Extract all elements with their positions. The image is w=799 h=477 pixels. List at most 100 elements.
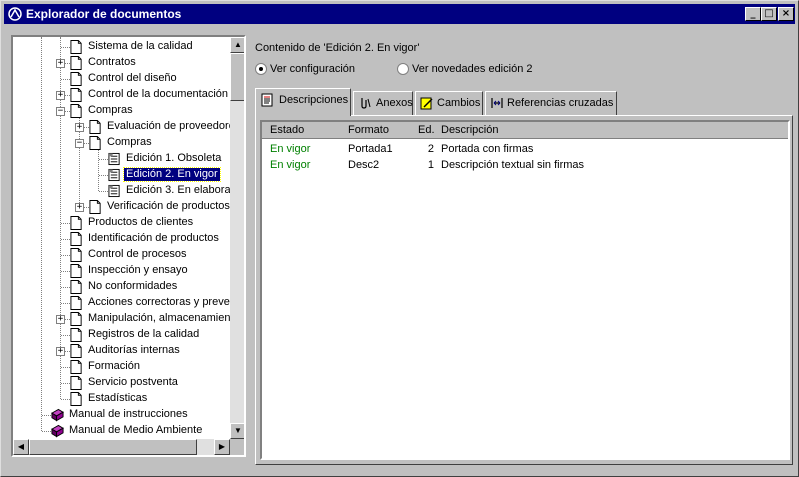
tab-descripciones[interactable]: Descripciones	[255, 88, 351, 116]
expand-icon[interactable]: +	[56, 315, 65, 324]
tree-item[interactable]: Identificación de productos	[13, 231, 230, 247]
tree-item[interactable]: − Compras	[13, 103, 230, 119]
tree-item-label: Compras	[88, 104, 133, 116]
tree-item-label: Manipulación, almacenamiento	[88, 312, 240, 324]
tab-referencias-cruzadas[interactable]: Referencias cruzadas	[485, 91, 617, 115]
tree-horizontal-scrollbar[interactable]: ◀ ▶	[13, 439, 230, 455]
cell-descripcion: Descripción textual sin firmas	[441, 159, 585, 171]
collapse-icon[interactable]: −	[75, 139, 84, 148]
descriptions-list[interactable]: Estado Formato Ed. Descripción En vigor P…	[260, 120, 790, 460]
tab-label: Anexos	[376, 97, 413, 109]
tree-item-label: Evaluación de proveedores	[107, 120, 241, 132]
tree-item[interactable]: Edición 1. Obsoleta	[13, 151, 230, 167]
tree-item[interactable]: Formación	[13, 359, 230, 375]
document-icon	[70, 312, 82, 326]
tree-item[interactable]: Edición 3. En elaboración	[13, 183, 244, 199]
table-row[interactable]: En vigor Desc2 1 Descripción textual sin fi…	[262, 157, 788, 173]
book-icon	[51, 424, 64, 438]
tree-item[interactable]: + Auditorías internas	[13, 343, 230, 359]
cell-estado: En vigor	[270, 143, 311, 155]
scroll-up-button[interactable]: ▲	[230, 37, 244, 53]
window-title: Explorador de documentos	[26, 7, 182, 21]
column-header-formato[interactable]: Formato	[348, 122, 389, 138]
tree-item[interactable]: + Control de la documentación	[13, 87, 230, 103]
document-icon	[70, 40, 82, 54]
expand-icon[interactable]: +	[56, 59, 65, 68]
scroll-left-button[interactable]: ◀	[13, 439, 29, 455]
tree-item[interactable]: Sistema de la calidad	[13, 39, 230, 55]
minimize-button[interactable]: _	[745, 7, 761, 21]
document-icon	[70, 216, 82, 230]
tree-item[interactable]: Servicio postventa	[13, 375, 230, 391]
close-button[interactable]: ×	[778, 7, 794, 21]
tree-item[interactable]: Edición 2. En vigor	[13, 167, 230, 183]
tree-vertical-scrollbar[interactable]: ▲ ▼	[230, 37, 244, 439]
title-bar[interactable]: Explorador de documentos _ □ ×	[4, 4, 795, 24]
vertical-scroll-thumb[interactable]	[230, 53, 244, 101]
app-icon	[8, 7, 22, 21]
tree-item[interactable]: Control del diseño	[13, 71, 230, 87]
scroll-right-button[interactable]: ▶	[214, 439, 230, 455]
tree-item-label: Acciones correctoras y preventivas	[88, 296, 246, 308]
tab-cambios[interactable]: Cambios	[415, 91, 483, 115]
table-row[interactable]: En vigor Portada1 2 Portada con firmas	[262, 141, 788, 157]
document-icon	[70, 72, 82, 86]
document-icon	[70, 296, 82, 310]
tree-item-label: Edición 2. En vigor	[123, 167, 221, 182]
scroll-down-button[interactable]: ▼	[230, 423, 244, 439]
column-header-ed[interactable]: Ed.	[418, 122, 435, 138]
tree-item[interactable]: + Evaluación de proveedores	[13, 119, 240, 135]
tree-item-label: Edición 3. En elaboración	[126, 184, 246, 196]
content-panel: Contenido de 'Edición 2. En vigor' Ver c…	[251, 35, 793, 467]
tab-anexos[interactable]: Anexos	[353, 91, 413, 115]
tree-item[interactable]: Manual de instrucciones	[13, 407, 230, 423]
document-icon	[89, 200, 101, 214]
expand-icon[interactable]: +	[56, 347, 65, 356]
column-header-estado[interactable]: Estado	[270, 122, 304, 138]
tree-item[interactable]: − Compras	[13, 135, 230, 151]
cross-reference-icon	[491, 98, 503, 108]
collapse-icon[interactable]: −	[56, 107, 65, 116]
edit-pencil-icon	[420, 97, 433, 110]
expand-icon[interactable]: +	[75, 123, 84, 132]
tree-item-label: Servicio postventa	[88, 376, 178, 388]
cell-estado: En vigor	[270, 159, 311, 171]
maximize-button[interactable]: □	[761, 7, 777, 21]
tree-item-label: Contratos	[88, 56, 136, 68]
expand-icon[interactable]: +	[75, 203, 84, 212]
document-tree[interactable]: Sistema de la calidad + Contratos Control d…	[11, 35, 246, 457]
tab-label: Descripciones	[279, 94, 349, 106]
horizontal-scroll-thumb[interactable]	[29, 439, 197, 455]
tree-item[interactable]: + Contratos	[13, 55, 230, 71]
tree-item-label: Control del diseño	[88, 72, 177, 84]
content-title: Contenido de 'Edición 2. En vigor'	[255, 42, 420, 54]
tree-item[interactable]: Registros de la calidad	[13, 327, 230, 343]
tree-item[interactable]: Inspección y ensayo	[13, 263, 230, 279]
cell-ed: 1	[427, 159, 434, 171]
tree-item[interactable]: Control de procesos	[13, 247, 230, 263]
tree-item-label: Control de la documentación	[88, 88, 229, 100]
tree-item-label: Manual de instrucciones	[69, 408, 188, 420]
tree-item[interactable]: No conformidades	[13, 279, 230, 295]
document-icon	[70, 88, 82, 102]
tree-item[interactable]: + Manipulación, almacenamiento	[13, 311, 240, 327]
radio-ver-novedades[interactable]: Ver novedades edición 2	[397, 63, 547, 77]
tree-item[interactable]: Estadísticas	[13, 391, 230, 407]
cell-formato: Desc2	[348, 159, 380, 171]
tree-item[interactable]: Acciones correctoras y preventivas	[13, 295, 244, 311]
expand-icon[interactable]: +	[56, 91, 65, 100]
document-icon	[70, 360, 82, 374]
tree-item-label: Auditorías internas	[88, 344, 180, 356]
radio-circle	[397, 63, 409, 75]
document-icon	[70, 328, 82, 342]
edition-icon	[108, 184, 120, 198]
descriptions-icon	[261, 93, 273, 107]
tree-item[interactable]: Productos de clientes	[13, 215, 230, 231]
radio-label: Ver configuración	[270, 63, 355, 75]
cell-ed: 2	[427, 143, 434, 155]
column-header-descripcion[interactable]: Descripción	[441, 122, 498, 138]
tree-item[interactable]: Manual de Medio Ambiente	[13, 423, 230, 439]
radio-ver-configuracion[interactable]: Ver configuración	[255, 63, 375, 77]
radio-label: Ver novedades edición 2	[412, 63, 533, 75]
tree-item[interactable]: + Verificación de productos	[13, 199, 230, 215]
